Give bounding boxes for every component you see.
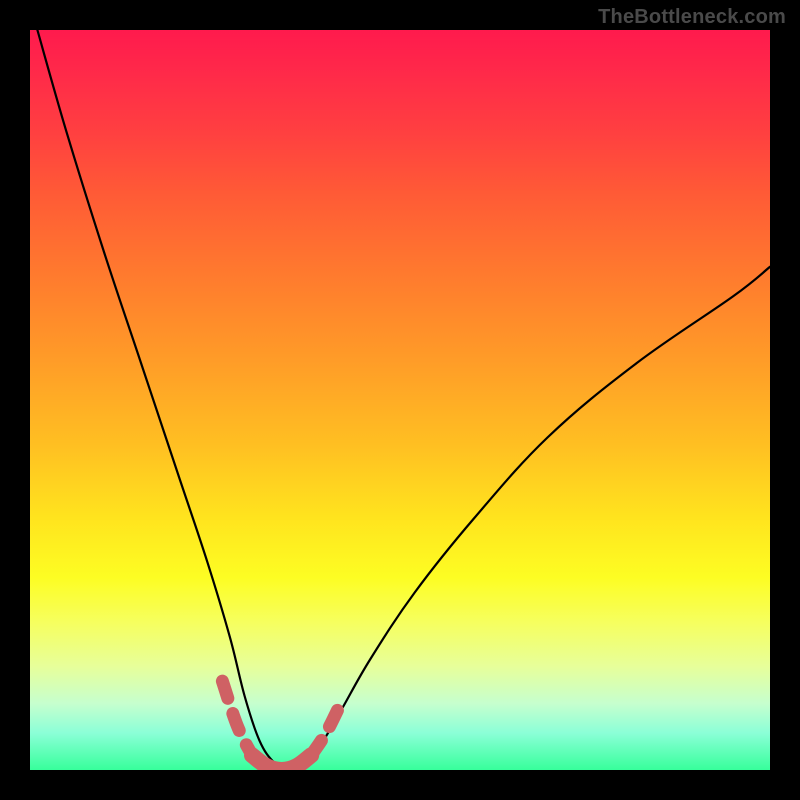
chart-frame: TheBottleneck.com	[0, 0, 800, 800]
bottleneck-curve	[37, 30, 770, 770]
watermark-text: TheBottleneck.com	[598, 6, 786, 29]
optimal-region-right-dashes	[311, 703, 341, 755]
optimal-region-valley	[252, 755, 311, 770]
plot-area	[30, 30, 770, 770]
curves-svg	[30, 30, 770, 770]
optimal-region-left-dashes	[222, 681, 252, 755]
